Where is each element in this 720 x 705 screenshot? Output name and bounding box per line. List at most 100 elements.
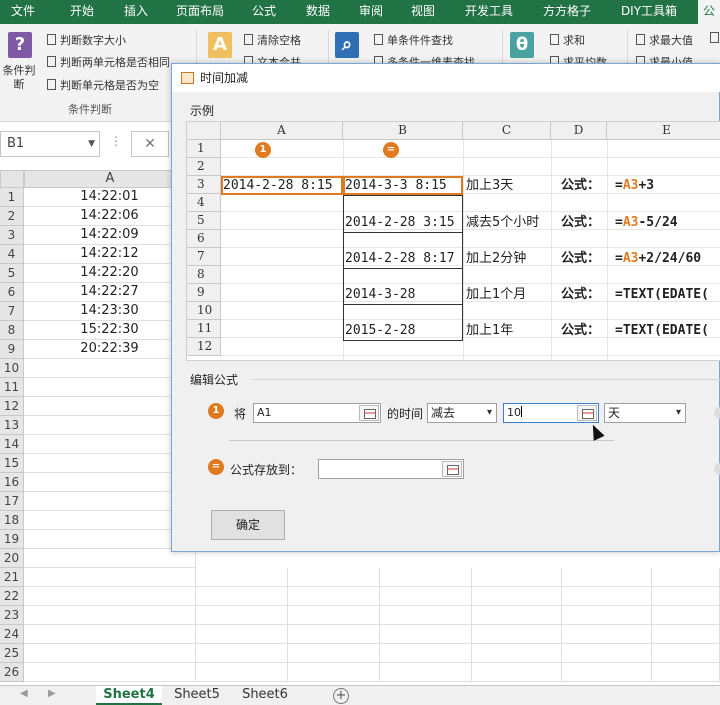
cell-empty[interactable]	[470, 663, 562, 682]
next-sheet-icon[interactable]: ▶	[48, 688, 56, 699]
row-header[interactable]: 12	[0, 397, 24, 416]
cell-empty[interactable]	[470, 625, 562, 644]
text-item-1[interactable]: 清除空格	[244, 32, 301, 48]
row-header[interactable]: 15	[0, 454, 24, 473]
lookup-item-1[interactable]: 单条件件查找	[374, 32, 453, 48]
sheet-tab-sheet5[interactable]: Sheet5	[166, 686, 228, 705]
cell-empty[interactable]	[560, 568, 652, 587]
row-header[interactable]: 9	[0, 340, 24, 359]
condition-item-3[interactable]: 判断单元格是否为空	[47, 77, 159, 93]
row-header[interactable]: 6	[0, 283, 24, 302]
tab-formulas[interactable]: 公式	[240, 0, 288, 24]
cell-a[interactable]	[24, 625, 196, 644]
tab-formula-active[interactable]: 公	[698, 0, 720, 24]
cell-empty[interactable]	[560, 587, 652, 606]
cell-empty[interactable]	[650, 644, 720, 663]
cell-empty[interactable]	[560, 606, 652, 625]
cell-empty[interactable]	[196, 644, 288, 663]
cell-empty[interactable]	[288, 568, 380, 587]
tab-page-layout[interactable]: 页面布局	[168, 0, 232, 24]
cell-empty[interactable]	[288, 644, 380, 663]
cell-reference-input[interactable]: A1	[253, 403, 381, 423]
row-header[interactable]: 19	[0, 530, 24, 549]
row-header[interactable]: 3	[0, 226, 24, 245]
cell-empty[interactable]	[196, 606, 288, 625]
cell-empty[interactable]	[196, 587, 288, 606]
cell-empty[interactable]	[380, 625, 472, 644]
sheet-tab-sheet6[interactable]: Sheet6	[234, 686, 296, 705]
cell-empty[interactable]	[196, 663, 288, 682]
row-header[interactable]: 10	[0, 359, 24, 378]
row-header[interactable]: 4	[0, 245, 24, 264]
formula-bar-grip[interactable]: ⋮	[110, 134, 122, 148]
cell-empty[interactable]	[470, 568, 562, 587]
row-header[interactable]: 24	[0, 625, 24, 644]
row-header[interactable]: 17	[0, 492, 24, 511]
prev-sheet-icon[interactable]: ◀	[20, 688, 28, 699]
cell-empty[interactable]	[196, 625, 288, 644]
tab-home[interactable]: 开始	[58, 0, 106, 24]
cell-empty[interactable]	[470, 587, 562, 606]
tab-fangfang[interactable]: 方方格子	[532, 0, 602, 24]
condition-item-1[interactable]: 判断数字大小	[47, 32, 126, 48]
condition-icon[interactable]: ?	[8, 32, 32, 58]
cell-empty[interactable]	[650, 625, 720, 644]
row-header[interactable]: 2	[0, 207, 24, 226]
cell-empty[interactable]	[288, 587, 380, 606]
tab-file[interactable]: 文件	[0, 0, 46, 24]
tab-data[interactable]: 数据	[294, 0, 342, 24]
cell-empty[interactable]	[650, 663, 720, 682]
ok-button[interactable]: 确定	[211, 510, 285, 540]
text-icon[interactable]: A	[208, 32, 232, 58]
row-header[interactable]: 14	[0, 435, 24, 454]
cell-empty[interactable]	[196, 568, 288, 587]
row-header[interactable]: 13	[0, 416, 24, 435]
row-header[interactable]: 25	[0, 644, 24, 663]
cell-empty[interactable]	[470, 606, 562, 625]
condition-item-2[interactable]: 判断两单元格是否相同	[47, 54, 170, 70]
cell-empty[interactable]	[380, 663, 472, 682]
row-header[interactable]: 7	[0, 302, 24, 321]
cancel-button[interactable]: ✕	[131, 131, 169, 157]
amount-input[interactable]: 10	[503, 403, 599, 423]
cell-empty[interactable]	[650, 587, 720, 606]
cell-a[interactable]	[24, 663, 196, 682]
condition-big-button[interactable]: 条件判断	[0, 64, 38, 92]
row-header[interactable]: 1	[0, 188, 24, 207]
cell-empty[interactable]	[380, 587, 472, 606]
row-header[interactable]: 21	[0, 568, 24, 587]
cell-empty[interactable]	[560, 644, 652, 663]
cell-a[interactable]	[24, 644, 196, 663]
tab-developer[interactable]: 开发工具	[454, 0, 524, 24]
tab-insert[interactable]: 插入	[112, 0, 160, 24]
cell-empty[interactable]	[380, 606, 472, 625]
name-box[interactable]: B1 ▼	[0, 131, 100, 157]
stat-item-1[interactable]: 求最大值	[636, 32, 693, 48]
store-target-input[interactable]	[318, 459, 464, 479]
row-header[interactable]: 16	[0, 473, 24, 492]
cell-empty[interactable]	[650, 606, 720, 625]
theta-icon[interactable]: θ	[510, 32, 534, 58]
chevron-down-icon[interactable]: ▼	[88, 132, 95, 156]
row-header[interactable]: 11	[0, 378, 24, 397]
row-header[interactable]: 8	[0, 321, 24, 340]
row-header[interactable]: 26	[0, 663, 24, 682]
cell-empty[interactable]	[288, 663, 380, 682]
cell-empty[interactable]	[650, 568, 720, 587]
cell-empty[interactable]	[470, 644, 562, 663]
row-header[interactable]: 22	[0, 587, 24, 606]
more-item[interactable]	[710, 32, 720, 45]
add-sheet-button[interactable]: +	[333, 688, 349, 704]
row-header[interactable]: 20	[0, 549, 24, 568]
range-picker-icon[interactable]	[442, 461, 462, 477]
dialog-title-bar[interactable]: 时间加减	[172, 64, 720, 92]
range-picker-icon[interactable]	[577, 405, 597, 421]
cell-a[interactable]	[24, 568, 196, 587]
cell-a[interactable]	[24, 606, 196, 625]
cell-empty[interactable]	[560, 663, 652, 682]
unit-select[interactable]: 天 ▾	[604, 403, 686, 423]
cell-empty[interactable]	[560, 625, 652, 644]
row-header[interactable]: 18	[0, 511, 24, 530]
tab-diy-toolbox[interactable]: DIY工具箱	[610, 0, 688, 24]
select-all-corner[interactable]	[0, 170, 24, 188]
